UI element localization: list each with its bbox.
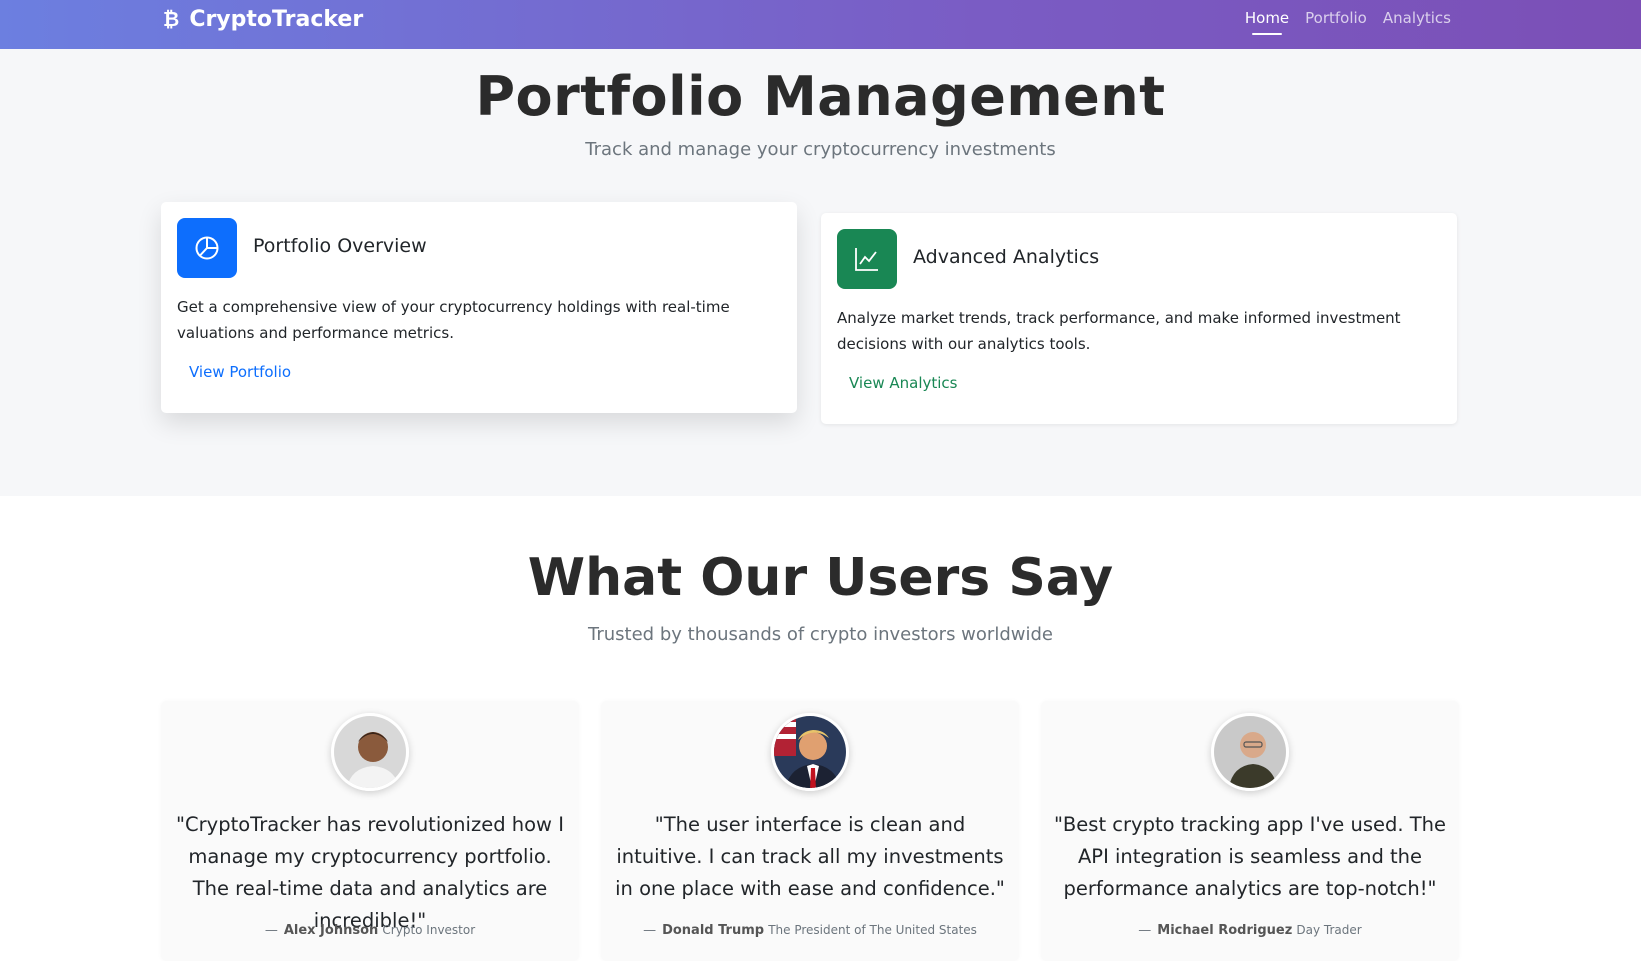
card-title: Portfolio Overview [253, 235, 427, 257]
pie-chart-icon [177, 218, 237, 278]
testimonials-section: What Our Users Say Trusted by thousands … [0, 496, 1641, 961]
nav-link-home[interactable]: Home [1245, 9, 1289, 35]
author-role: The President of The United States [768, 923, 977, 937]
navbar: ₿ CryptoTracker Home Portfolio Analytics [0, 0, 1641, 49]
hero-section: Portfolio Management Track and manage yo… [0, 49, 1641, 496]
brand-link[interactable]: ₿ CryptoTracker [163, 7, 363, 32]
page-subtitle: Track and manage your cryptocurrency inv… [585, 139, 1056, 160]
testimonial-quote: "Best crypto tracking app I've used. The… [1053, 813, 1447, 900]
testimonial-card: "The user interface is clean and intuiti… [601, 701, 1019, 961]
nav-links: Home Portfolio Analytics [1245, 9, 1451, 35]
card-description: Get a comprehensive view of your cryptoc… [177, 298, 730, 342]
testimonial-quote: "CryptoTracker has revolutionized how I … [176, 813, 564, 932]
testimonial-card: "Best crypto tracking app I've used. The… [1041, 701, 1459, 961]
view-analytics-link[interactable]: View Analytics [849, 374, 957, 392]
testimonial-author: — Alex Johnson Crypto Investor [264, 923, 476, 938]
bitcoin-icon: ₿ [163, 7, 180, 31]
nav-link-analytics[interactable]: Analytics [1383, 9, 1451, 35]
author-role: Crypto Investor [382, 923, 476, 937]
nav-link-portfolio[interactable]: Portfolio [1305, 9, 1367, 35]
avatar [771, 713, 849, 791]
avatar [1211, 713, 1289, 791]
author-name: Alex Johnson [283, 923, 379, 938]
line-chart-icon [837, 229, 897, 289]
author-name: Donald Trump [662, 923, 765, 938]
advanced-analytics-card: Advanced Analytics Analyze market trends… [821, 213, 1457, 424]
brand-name: CryptoTracker [189, 7, 364, 32]
testimonials-subtitle: Trusted by thousands of crypto investors… [588, 624, 1053, 645]
author-name: Michael Rodriguez [1157, 923, 1293, 938]
testimonial-author: — Donald Trump The President of The Unite… [643, 923, 977, 938]
testimonial-card: "CryptoTracker has revolutionized how I … [161, 701, 579, 961]
portfolio-overview-card: Portfolio Overview Get a comprehensive v… [161, 202, 797, 413]
testimonial-quote: "The user interface is clean and intuiti… [615, 813, 1005, 900]
card-title: Advanced Analytics [913, 246, 1100, 268]
testimonial-author: — Michael Rodriguez Day Trader [1138, 923, 1362, 938]
author-role: Day Trader [1296, 923, 1362, 937]
testimonials-title: What Our Users Say [527, 548, 1114, 608]
view-portfolio-link[interactable]: View Portfolio [189, 363, 291, 381]
avatar [331, 713, 409, 791]
page-title: Portfolio Management [475, 65, 1166, 128]
card-description: Analyze market trends, track performance… [837, 309, 1401, 353]
